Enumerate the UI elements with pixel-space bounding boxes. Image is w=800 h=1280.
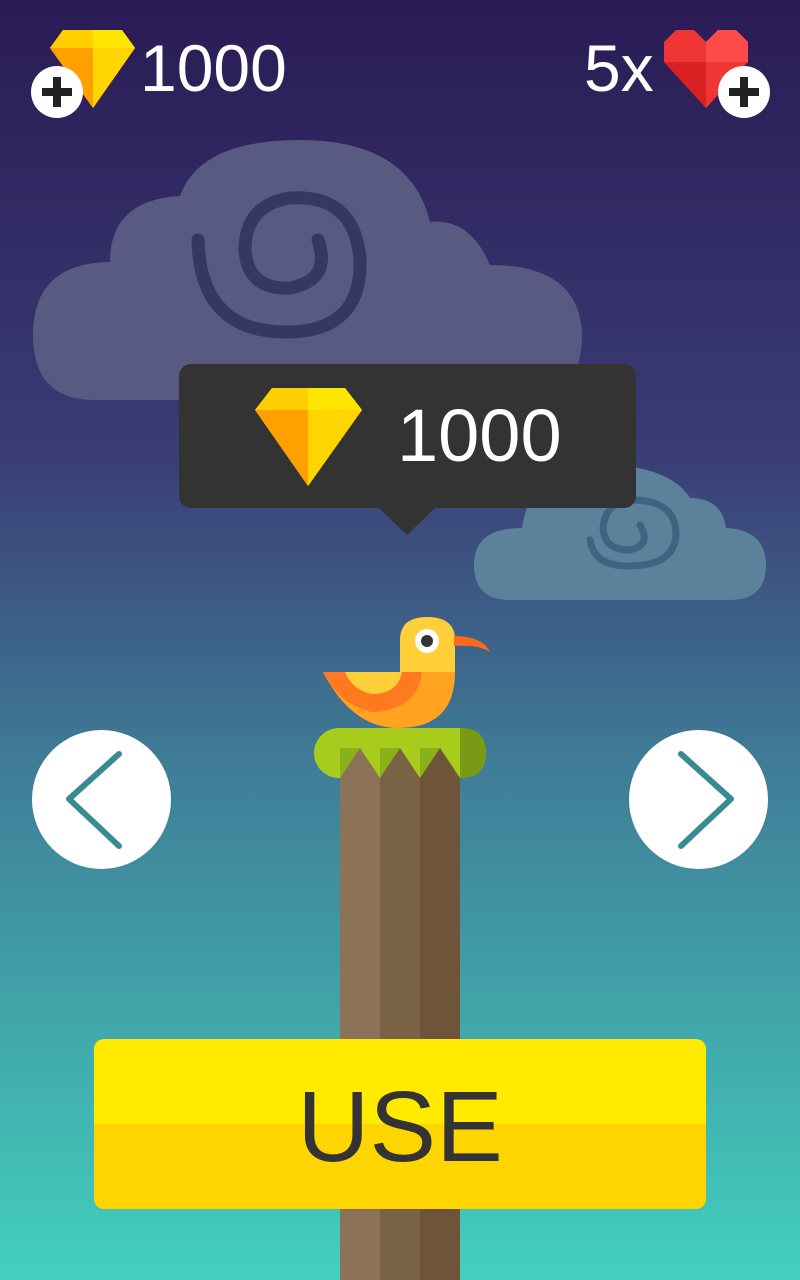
use-button-label: USE — [297, 1071, 503, 1183]
gem-count: 1000 — [140, 31, 287, 105]
next-character-button[interactable] — [629, 730, 768, 869]
use-button[interactable]: USE — [94, 1039, 706, 1209]
chevron-left-icon — [66, 751, 122, 849]
previous-character-button[interactable] — [32, 730, 171, 869]
add-lives-button[interactable] — [718, 66, 770, 118]
add-gems-button[interactable] — [31, 66, 83, 118]
grass-top — [314, 728, 486, 778]
chevron-right-icon — [678, 751, 734, 849]
price-tooltip-diamond-overlay — [255, 388, 362, 486]
character-price: 1000 — [397, 394, 562, 477]
price-tooltip: 1000 — [179, 364, 636, 535]
lives-count: 5x — [584, 31, 654, 105]
